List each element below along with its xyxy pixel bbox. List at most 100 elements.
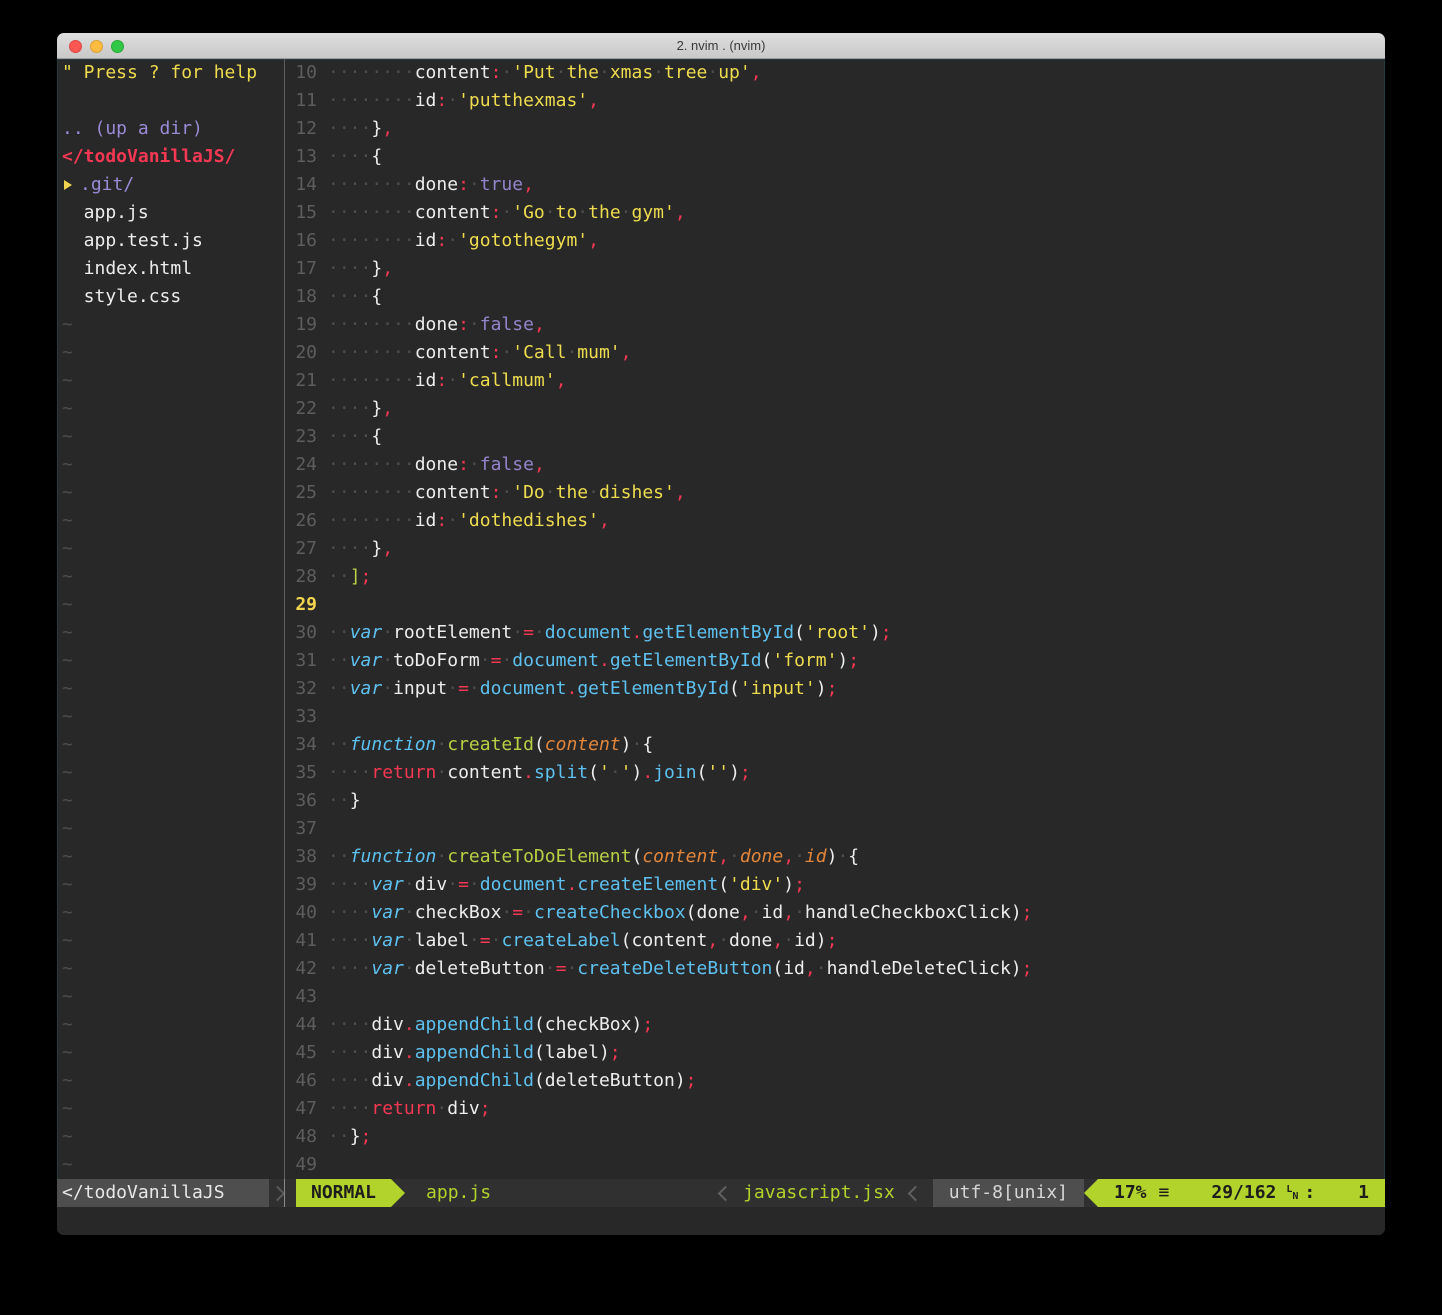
code-line-47[interactable]: 47····return·div;	[285, 1095, 1385, 1123]
code-line-46[interactable]: 46····div.appendChild(deleteButton);	[285, 1067, 1385, 1095]
code-line-27[interactable]: 27····},	[285, 535, 1385, 563]
code-token: join	[653, 762, 696, 783]
whitespace-dots: ·	[599, 62, 610, 83]
code-line-42[interactable]: 42····var·deleteButton·=·createDeleteBut…	[285, 955, 1385, 983]
whitespace-dots: ·	[447, 510, 458, 531]
code-line-33[interactable]: 33	[285, 703, 1385, 731]
code-token: ,	[588, 230, 599, 251]
code-line-48[interactable]: 48··};	[285, 1123, 1385, 1151]
whitespace-dots: ····	[328, 118, 371, 139]
tree-item-style.css[interactable]: style.css	[57, 283, 284, 311]
tree-item-index.html[interactable]: index.html	[57, 255, 284, 283]
split-separator	[284, 1179, 285, 1207]
code-token: ,	[556, 370, 567, 391]
code-line-37[interactable]: 37	[285, 815, 1385, 843]
code-line-20[interactable]: 20········content:·'Call·mum',	[285, 339, 1385, 367]
command-line[interactable]	[57, 1207, 1385, 1235]
code-line-31[interactable]: 31··var·toDoForm·=·document.getElementBy…	[285, 647, 1385, 675]
line-number: 19	[285, 311, 317, 339]
code-token: :	[436, 90, 447, 111]
code-line-22[interactable]: 22····},	[285, 395, 1385, 423]
code-line-25[interactable]: 25········content:·'Do·the·dishes',	[285, 479, 1385, 507]
code-line-35[interactable]: 35····return·content.split('·').join('')…	[285, 759, 1385, 787]
code-line-24[interactable]: 24········done:·false,	[285, 451, 1385, 479]
code-line-34[interactable]: 34··function·createId(content)·{	[285, 731, 1385, 759]
empty-buffer-tilde: ~	[57, 367, 284, 395]
whitespace-dots: ·	[501, 482, 512, 503]
code-token: xmas	[610, 62, 653, 83]
code-token: done	[740, 846, 783, 867]
code-token: )	[870, 622, 881, 643]
code-line-29[interactable]: 29	[285, 591, 1385, 619]
code-line-18[interactable]: 18····{	[285, 283, 1385, 311]
titlebar[interactable]: 2. nvim . (nvim)	[57, 33, 1385, 59]
whitespace-dots: ··	[328, 1126, 350, 1147]
code-line-10[interactable]: 10········content:·'Put·the·xmas·tree·up…	[285, 59, 1385, 87]
code-token: ,	[675, 482, 686, 503]
code-line-23[interactable]: 23····{	[285, 423, 1385, 451]
code-token: {	[371, 426, 382, 447]
tree-item-app.test.js[interactable]: app.test.js	[57, 227, 284, 255]
colon-label: :	[1304, 1179, 1315, 1207]
code-token: '	[599, 762, 610, 783]
whitespace-dots: ·	[382, 622, 393, 643]
empty-buffer-tilde: ~	[57, 591, 284, 619]
tree-item--todoVanillaJS-[interactable]: </todoVanillaJS/	[57, 143, 284, 171]
code-token: id	[762, 902, 784, 923]
line-number: 15	[285, 199, 317, 227]
line-number: 24	[285, 451, 317, 479]
empty-buffer-tilde: ~	[57, 899, 284, 927]
code-line-11[interactable]: 11········id:·'putthexmas',	[285, 87, 1385, 115]
line-number: 31	[285, 647, 317, 675]
code-token: (id	[772, 958, 805, 979]
code-line-49[interactable]: 49	[285, 1151, 1385, 1179]
tree-item-app.js[interactable]: app.js	[57, 199, 284, 227]
tree-item-..-up-a-dir-[interactable]: .. (up a dir)	[57, 115, 284, 143]
code-token: =	[556, 958, 567, 979]
statusbar: </todoVanillaJS NORMAL app.js javascript…	[57, 1179, 1385, 1207]
code-token: ''	[707, 762, 729, 783]
code-token: var	[350, 678, 383, 699]
code-line-44[interactable]: 44····div.appendChild(checkBox);	[285, 1011, 1385, 1039]
empty-buffer-tilde: ~	[57, 395, 284, 423]
code-line-21[interactable]: 21········id:·'callmum',	[285, 367, 1385, 395]
code-line-17[interactable]: 17····},	[285, 255, 1385, 283]
code-line-15[interactable]: 15········content:·'Go·to·the·gym',	[285, 199, 1385, 227]
column-number: 1	[1358, 1179, 1369, 1207]
code-line-40[interactable]: 40····var·checkBox·=·createCheckbox(done…	[285, 899, 1385, 927]
code-line-43[interactable]: 43	[285, 983, 1385, 1011]
code-token: gym'	[632, 202, 675, 223]
code-line-41[interactable]: 41····var·label·=·createLabel(content,·d…	[285, 927, 1385, 955]
code-token: ,	[783, 902, 794, 923]
code-line-30[interactable]: 30··var·rootElement·=·document.getElemen…	[285, 619, 1385, 647]
code-line-13[interactable]: 13····{	[285, 143, 1385, 171]
code-token: .	[566, 874, 577, 895]
code-token: )	[632, 762, 643, 783]
tree-item-.git-[interactable]: .git/	[57, 171, 284, 199]
code-line-14[interactable]: 14········done:·true,	[285, 171, 1385, 199]
code-line-28[interactable]: 28··];	[285, 563, 1385, 591]
code-token: .	[632, 622, 643, 643]
code-line-39[interactable]: 39····var·div·=·document.createElement('…	[285, 871, 1385, 899]
code-token: ,	[382, 258, 393, 279]
code-line-38[interactable]: 38··function·createToDoElement(content,·…	[285, 843, 1385, 871]
nerdtree-sidebar[interactable]: " Press ? for help.. (up a dir)</todoVan…	[57, 59, 285, 1179]
code-token: =	[512, 902, 523, 923]
code-line-16[interactable]: 16········id:·'gotothegym',	[285, 227, 1385, 255]
code-line-19[interactable]: 19········done:·false,	[285, 311, 1385, 339]
collapsed-dir-arrow-icon[interactable]	[64, 180, 72, 190]
code-line-36[interactable]: 36··}	[285, 787, 1385, 815]
code-token: (deleteButton)	[534, 1070, 686, 1091]
code-line-26[interactable]: 26········id:·'dothedishes',	[285, 507, 1385, 535]
code-line-32[interactable]: 32··var·input·=·document.getElementById(…	[285, 675, 1385, 703]
code-line-45[interactable]: 45····div.appendChild(label);	[285, 1039, 1385, 1067]
code-line-12[interactable]: 12····},	[285, 115, 1385, 143]
whitespace-dots: ·	[469, 314, 480, 335]
whitespace-dots: ····	[328, 874, 371, 895]
whitespace-dots: ·	[501, 202, 512, 223]
whitespace-dots: ········	[328, 230, 415, 251]
statusbar-spacer	[491, 1179, 720, 1207]
code-token: function	[350, 734, 437, 755]
editor-pane[interactable]: 10········content:·'Put·the·xmas·tree·up…	[285, 59, 1385, 1179]
whitespace-dots: ··	[328, 846, 350, 867]
